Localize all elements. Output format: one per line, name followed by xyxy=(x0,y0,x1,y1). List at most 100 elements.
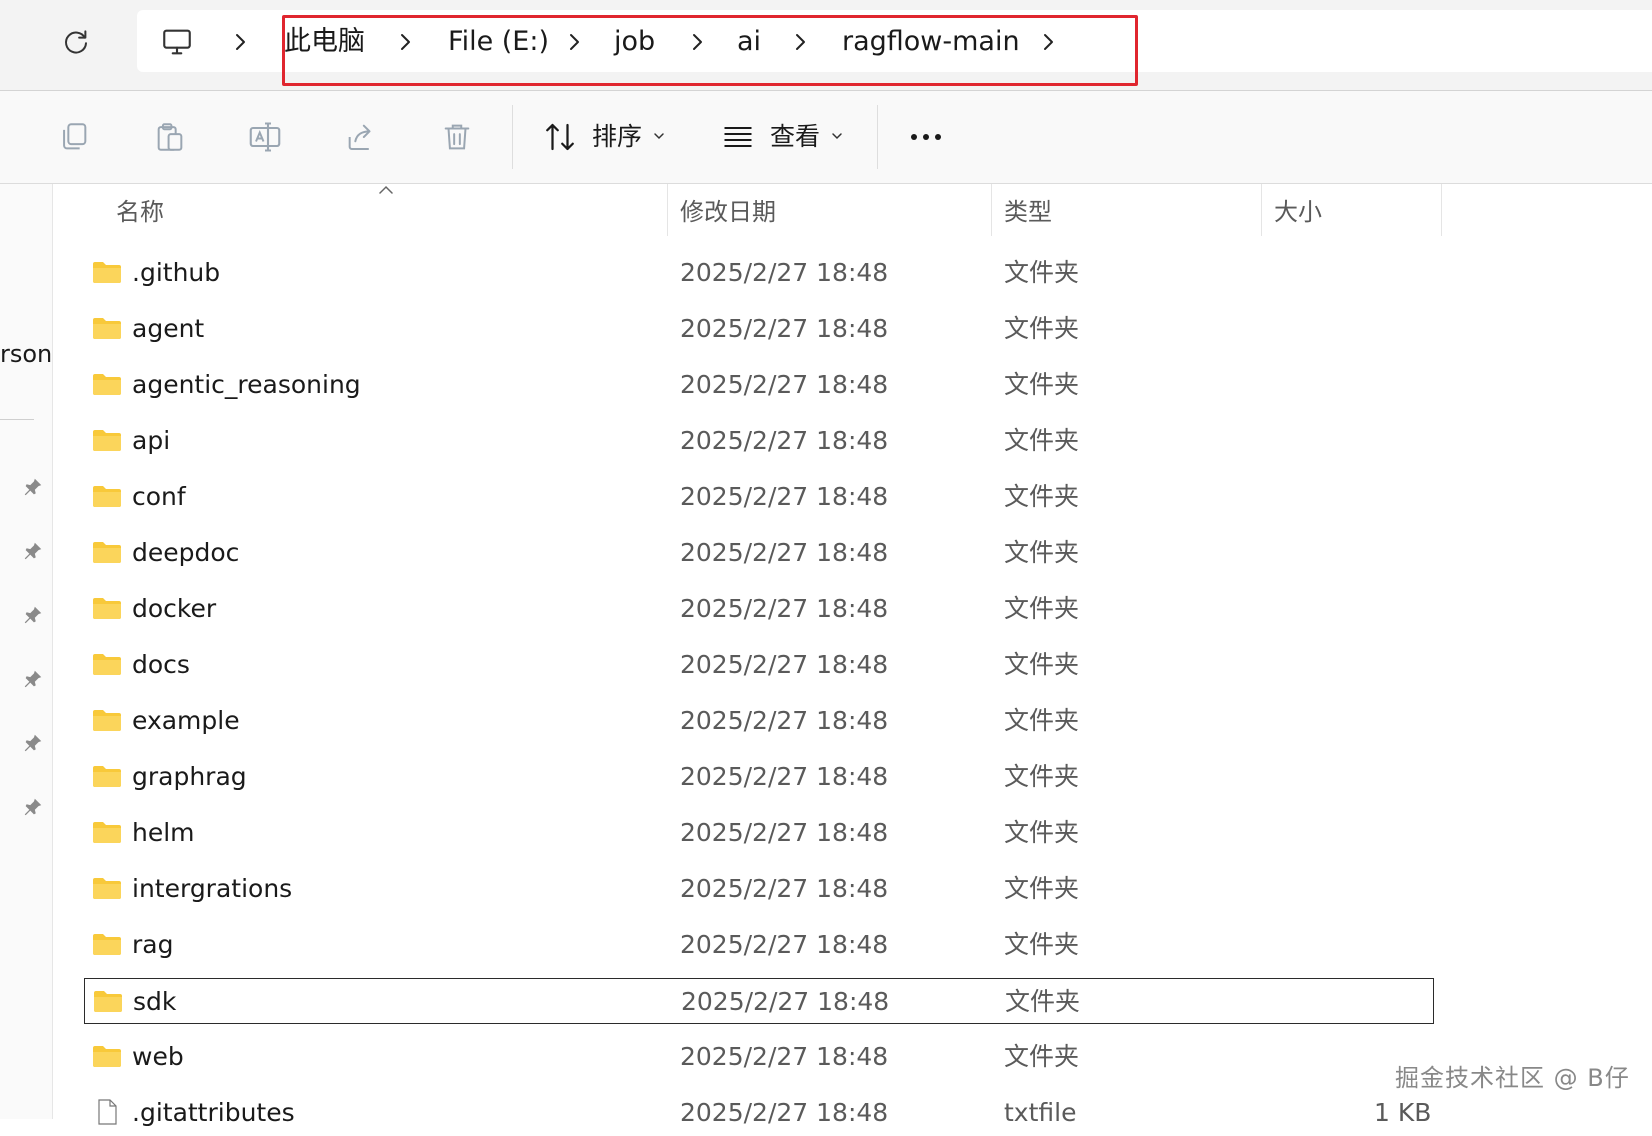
file-name: agentic_reasoning xyxy=(132,370,361,399)
sort-chevron-down-icon[interactable] xyxy=(652,129,666,143)
nav-item-partial-label[interactable]: rson xyxy=(0,340,52,368)
nav-divider xyxy=(0,419,34,420)
file-type: 文件夹 xyxy=(1004,650,1080,679)
column-separator[interactable] xyxy=(667,184,668,236)
folder-icon xyxy=(93,262,121,283)
pin-icon[interactable] xyxy=(20,666,46,692)
file-row[interactable]: deepdoc 2025/2/27 18:48 文件夹 xyxy=(84,530,1434,576)
share-icon[interactable] xyxy=(337,113,385,161)
file-date-modified: 2025/2/27 18:48 xyxy=(680,538,889,567)
sort-icon[interactable] xyxy=(536,113,584,161)
file-icon xyxy=(98,1099,117,1125)
column-header-type[interactable]: 类型 xyxy=(1004,192,1052,232)
rename-icon[interactable] xyxy=(241,113,289,161)
file-row[interactable]: intergrations 2025/2/27 18:48 文件夹 xyxy=(84,866,1434,912)
file-name: .gitattributes xyxy=(132,1098,295,1127)
file-name: example xyxy=(132,706,240,735)
column-separator[interactable] xyxy=(1261,184,1262,236)
file-row[interactable]: .gitattributes 2025/2/27 18:48 txtfile 1 KB xyxy=(84,1090,1434,1136)
file-row[interactable]: example 2025/2/27 18:48 文件夹 xyxy=(84,698,1434,744)
file-row-selected[interactable]: sdk 2025/2/27 18:48 文件夹 xyxy=(84,978,1434,1024)
file-type: 文件夹 xyxy=(1004,762,1080,791)
file-date-modified: 2025/2/27 18:48 xyxy=(680,650,889,679)
file-row[interactable]: .github 2025/2/27 18:48 文件夹 xyxy=(84,250,1434,296)
column-separator[interactable] xyxy=(1441,184,1442,236)
file-row[interactable]: graphrag 2025/2/27 18:48 文件夹 xyxy=(84,754,1434,800)
file-type: 文件夹 xyxy=(1004,426,1080,455)
pin-icon[interactable] xyxy=(20,538,46,564)
column-header-name[interactable]: 名称 xyxy=(116,192,164,232)
file-date-modified: 2025/2/27 18:48 xyxy=(680,818,889,847)
file-row[interactable]: agentic_reasoning 2025/2/27 18:48 文件夹 xyxy=(84,362,1434,408)
folder-icon xyxy=(93,878,121,899)
file-type: 文件夹 xyxy=(1004,314,1080,343)
file-type: 文件夹 xyxy=(1004,538,1080,567)
file-row[interactable]: conf 2025/2/27 18:48 文件夹 xyxy=(84,474,1434,520)
navigation-pane: rson xyxy=(0,184,53,1119)
file-date-modified: 2025/2/27 18:48 xyxy=(680,706,889,735)
file-row[interactable]: docs 2025/2/27 18:48 文件夹 xyxy=(84,642,1434,688)
file-name: api xyxy=(132,426,171,455)
file-type: txtfile xyxy=(1004,1098,1077,1127)
file-date-modified: 2025/2/27 18:48 xyxy=(680,426,889,455)
folder-icon xyxy=(93,318,121,339)
view-chevron-down-icon[interactable] xyxy=(830,129,844,143)
toolbar-separator xyxy=(512,105,513,169)
pin-icon[interactable] xyxy=(20,730,46,756)
sort-button-label[interactable]: 排序 xyxy=(592,119,642,155)
file-date-modified: 2025/2/27 18:48 xyxy=(680,594,889,623)
file-name: graphrag xyxy=(132,762,247,791)
folder-icon xyxy=(93,766,121,787)
more-options-icon[interactable] xyxy=(902,113,950,161)
file-type: 文件夹 xyxy=(1004,482,1080,511)
file-type: 文件夹 xyxy=(1004,370,1080,399)
view-icon[interactable] xyxy=(714,113,762,161)
folder-icon xyxy=(93,934,121,955)
paste-icon[interactable] xyxy=(146,113,194,161)
file-name: rag xyxy=(132,930,174,959)
breadcrumb-chevron-icon[interactable] xyxy=(228,26,252,58)
file-row[interactable]: agent 2025/2/27 18:48 文件夹 xyxy=(84,306,1434,352)
file-size: 1 KB xyxy=(1374,1098,1432,1127)
refresh-icon[interactable] xyxy=(56,22,96,62)
file-row[interactable]: api 2025/2/27 18:48 文件夹 xyxy=(84,418,1434,464)
file-name: helm xyxy=(132,818,195,847)
folder-icon xyxy=(93,598,121,619)
folder-icon xyxy=(93,374,121,395)
file-date-modified: 2025/2/27 18:48 xyxy=(680,930,889,959)
address-bar-row: 此电脑 File (E:) job ai ragflow-main xyxy=(0,0,1652,91)
file-name: deepdoc xyxy=(132,538,240,567)
file-date-modified: 2025/2/27 18:48 xyxy=(680,1098,889,1127)
folder-icon xyxy=(93,654,121,675)
view-button-label[interactable]: 查看 xyxy=(770,119,820,155)
file-name: agent xyxy=(132,314,205,343)
file-row[interactable]: web 2025/2/27 18:48 文件夹 xyxy=(84,1034,1434,1080)
copy-icon[interactable] xyxy=(50,113,98,161)
column-separator[interactable] xyxy=(991,184,992,236)
column-header-date[interactable]: 修改日期 xyxy=(680,192,776,232)
file-type: 文件夹 xyxy=(1004,594,1080,623)
file-type: 文件夹 xyxy=(1004,874,1080,903)
file-date-modified: 2025/2/27 18:48 xyxy=(681,987,890,1016)
file-name: sdk xyxy=(133,987,177,1016)
file-row[interactable]: rag 2025/2/27 18:48 文件夹 xyxy=(84,922,1434,968)
file-name: intergrations xyxy=(132,874,293,903)
file-type: 文件夹 xyxy=(1004,818,1080,847)
pin-icon[interactable] xyxy=(20,474,46,500)
file-type: 文件夹 xyxy=(1005,987,1081,1016)
column-header-size[interactable]: 大小 xyxy=(1274,192,1322,232)
file-row[interactable]: docker 2025/2/27 18:48 文件夹 xyxy=(84,586,1434,632)
folder-icon xyxy=(93,430,121,451)
pin-icon[interactable] xyxy=(20,794,46,820)
sort-ascending-chevron-icon xyxy=(379,185,393,194)
folder-icon xyxy=(93,542,121,563)
file-row[interactable]: helm 2025/2/27 18:48 文件夹 xyxy=(84,810,1434,856)
file-type: 文件夹 xyxy=(1004,1042,1080,1071)
pin-icon[interactable] xyxy=(20,602,46,628)
file-name: docs xyxy=(132,650,190,679)
delete-icon[interactable] xyxy=(433,113,481,161)
this-pc-icon[interactable] xyxy=(157,22,197,62)
file-date-modified: 2025/2/27 18:48 xyxy=(680,314,889,343)
folder-icon xyxy=(93,486,121,507)
folder-icon xyxy=(93,822,121,843)
